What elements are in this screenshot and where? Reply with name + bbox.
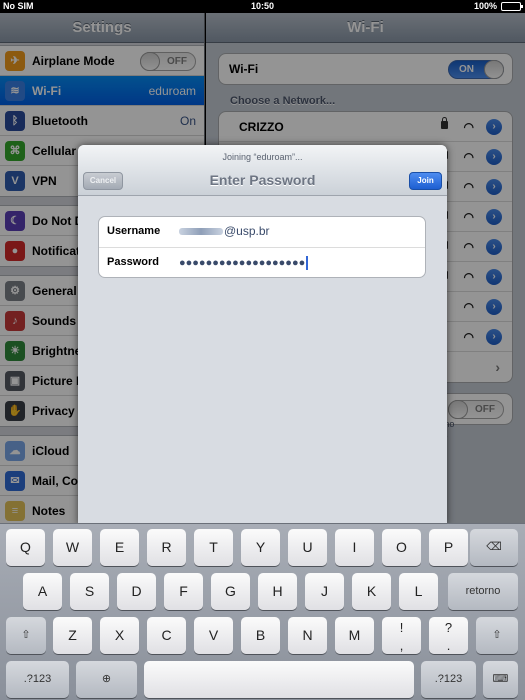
question-period-key[interactable]: ?. xyxy=(429,617,468,654)
password-label: Password xyxy=(107,256,159,268)
key-z[interactable]: Z xyxy=(53,617,92,654)
key-s[interactable]: S xyxy=(70,573,109,610)
key-t[interactable]: T xyxy=(194,529,233,566)
shift-icon: ⇧ xyxy=(21,629,31,641)
credentials-form: Username @usp.br Password ●●●●●●●●●●●●●●… xyxy=(98,216,426,278)
key-p[interactable]: P xyxy=(429,529,468,566)
key-x[interactable]: X xyxy=(100,617,139,654)
key-f[interactable]: F xyxy=(164,573,203,610)
numbers-key-right[interactable]: .?123 xyxy=(421,661,476,698)
join-button[interactable]: Join xyxy=(409,172,442,190)
exclamation-comma-key[interactable]: !, xyxy=(382,617,421,654)
username-label: Username xyxy=(107,225,161,237)
shift-icon: ⇧ xyxy=(492,629,502,641)
text-cursor xyxy=(306,255,309,270)
hide-keyboard-key[interactable]: ⌨ xyxy=(483,661,518,698)
dialog-header: Joining “eduroam”... Cancel Enter Passwo… xyxy=(78,145,447,196)
onscreen-keyboard: Q W E R T Y U I O P ⌫ A S D F G H J K Lretorno ⇧ Z X C V B N M!,?. ⇧… xyxy=(0,523,525,700)
key-n[interactable]: N xyxy=(288,617,327,654)
redacted-username xyxy=(179,228,223,236)
dialog-subtitle: Joining “eduroam”... xyxy=(222,152,303,162)
key-e[interactable]: E xyxy=(100,529,139,566)
shift-key-right[interactable]: ⇧ xyxy=(476,617,518,654)
key-c[interactable]: C xyxy=(147,617,186,654)
key-w[interactable]: W xyxy=(53,529,92,566)
key-h[interactable]: H xyxy=(258,573,297,610)
password-row[interactable]: Password ●●●●●●●●●●●●●●●●●●● xyxy=(99,247,425,277)
battery-percent: 100% xyxy=(473,1,497,11)
space-bar[interactable] xyxy=(144,661,414,698)
key-i[interactable]: I xyxy=(335,529,374,566)
return-key[interactable]: retorno xyxy=(448,573,518,610)
key-k[interactable]: K xyxy=(352,573,391,610)
key-m[interactable]: M xyxy=(335,617,374,654)
username-field[interactable]: @usp.br xyxy=(179,224,270,238)
key-a[interactable]: A xyxy=(23,573,62,610)
key-r[interactable]: R xyxy=(147,529,186,566)
key-glyph: ? xyxy=(444,620,453,635)
key-o[interactable]: O xyxy=(382,529,421,566)
status-bar: No SIM 10:50 100% xyxy=(0,0,525,13)
key-y[interactable]: Y xyxy=(241,529,280,566)
numbers-key-left[interactable]: .?123 xyxy=(6,661,69,698)
clock: 10:50 xyxy=(250,1,275,11)
backspace-icon: ⌫ xyxy=(486,541,502,553)
dialog-title: Enter Password xyxy=(209,172,316,188)
key-glyph: . xyxy=(446,638,451,653)
globe-key[interactable]: ⊕ xyxy=(76,661,137,698)
password-dots: ●●●●●●●●●●●●●●●●●●● xyxy=(179,257,306,269)
keyboard-hide-icon: ⌨ xyxy=(492,673,509,685)
key-g[interactable]: G xyxy=(211,573,250,610)
shift-key-left[interactable]: ⇧ xyxy=(6,617,46,654)
key-glyph: ! xyxy=(399,620,404,635)
password-field[interactable]: ●●●●●●●●●●●●●●●●●●● xyxy=(179,255,309,270)
key-u[interactable]: U xyxy=(288,529,327,566)
username-domain: @usp.br xyxy=(224,224,270,238)
password-dialog: Joining “eduroam”... Cancel Enter Passwo… xyxy=(78,145,447,525)
key-v[interactable]: V xyxy=(194,617,233,654)
key-glyph: , xyxy=(399,638,404,653)
username-row[interactable]: Username @usp.br xyxy=(99,217,425,247)
key-j[interactable]: J xyxy=(305,573,344,610)
battery-icon xyxy=(501,2,523,11)
key-q[interactable]: Q xyxy=(6,529,45,566)
key-b[interactable]: B xyxy=(241,617,280,654)
key-d[interactable]: D xyxy=(117,573,156,610)
globe-icon: ⊕ xyxy=(101,673,112,685)
key-l[interactable]: L xyxy=(399,573,438,610)
backspace-key[interactable]: ⌫ xyxy=(470,529,518,566)
